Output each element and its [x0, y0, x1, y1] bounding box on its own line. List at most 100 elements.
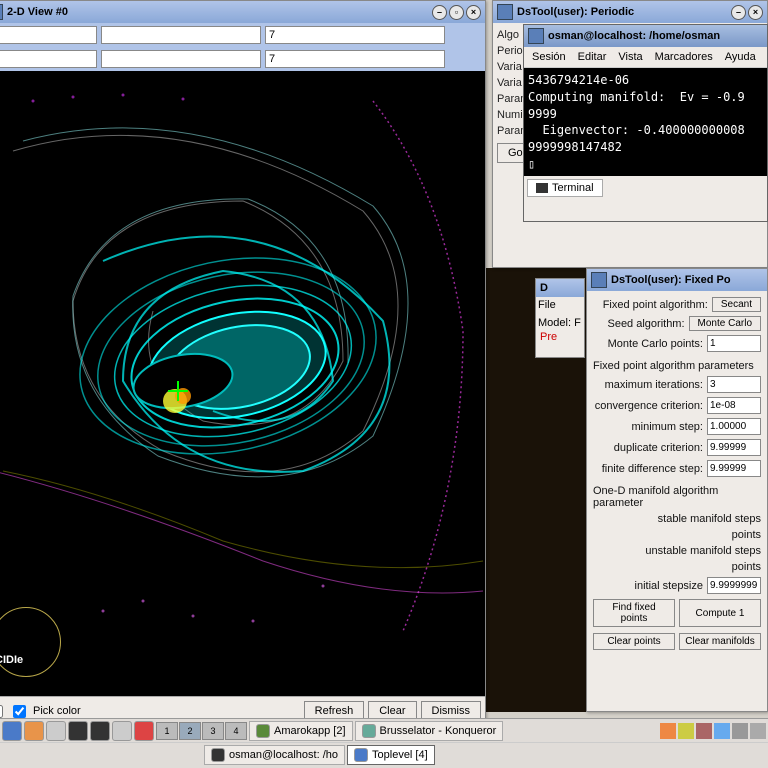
- input-a3[interactable]: [265, 26, 445, 44]
- titlebar-2d-view[interactable]: 2-D View #0 – ▫ ×: [0, 1, 485, 23]
- titlebar-terminal[interactable]: osman@localhost: /home/osman: [524, 25, 767, 47]
- points1-label: points: [593, 529, 761, 541]
- launcher-app2-icon[interactable]: [112, 721, 132, 741]
- close-button[interactable]: ×: [466, 5, 481, 20]
- terminal-output[interactable]: 5436794214e-06 Computing manifold: Ev = …: [524, 68, 767, 176]
- points2-label: points: [593, 561, 761, 573]
- pick-color-label: Pick color: [33, 705, 81, 717]
- fp-algo-button[interactable]: Secant: [712, 297, 761, 312]
- toplevel-icon: [354, 748, 368, 762]
- minimize-button[interactable]: –: [432, 5, 447, 20]
- terminal-tab-icon: [536, 183, 548, 193]
- clear-points-button[interactable]: Clear points: [593, 633, 675, 650]
- task-toplevel[interactable]: Toplevel [4]: [347, 745, 435, 765]
- dup-label: duplicate criterion:: [593, 442, 703, 454]
- lbl-varia2: Varia: [497, 77, 522, 89]
- window-smallpanel: D File Model: F Pre: [535, 278, 585, 358]
- task-amarok-label: Amarokapp [2]: [274, 725, 346, 737]
- task-amarok[interactable]: Amarokapp [2]: [249, 721, 353, 741]
- maximize-button[interactable]: ▫: [449, 5, 464, 20]
- seed-algo-button[interactable]: Monte Carlo: [689, 316, 761, 331]
- window-icon: [591, 272, 607, 288]
- mc-points-input[interactable]: [707, 335, 761, 352]
- dup-input[interactable]: [707, 439, 761, 456]
- link-pre[interactable]: Pre: [538, 329, 582, 345]
- task-osman-label: osman@localhost: /ho: [229, 749, 338, 761]
- launcher-home-icon[interactable]: [24, 721, 44, 741]
- max-iter-input[interactable]: [707, 376, 761, 393]
- tray-icon-6[interactable]: [750, 723, 766, 739]
- titlebar-fixedpt[interactable]: DsTool(user): Fixed Po: [587, 269, 767, 291]
- checkbox-s[interactable]: [0, 705, 3, 718]
- terminal-tab-label: Terminal: [552, 182, 594, 194]
- plot-svg: [0, 71, 485, 696]
- input-b2[interactable]: [101, 50, 261, 68]
- clear-manifolds-button[interactable]: Clear manifolds: [679, 633, 761, 650]
- input-a1[interactable]: [0, 26, 97, 44]
- pager-1[interactable]: 1: [156, 722, 178, 740]
- minimize-button[interactable]: –: [731, 5, 746, 20]
- lbl-varia1: Varia: [497, 61, 522, 73]
- task-toplevel-label: Toplevel [4]: [372, 749, 428, 761]
- launcher-konsole-icon[interactable]: [68, 721, 88, 741]
- terminal-tab[interactable]: Terminal: [527, 179, 603, 197]
- compute-button[interactable]: Compute 1: [679, 599, 761, 627]
- tray-icon-4[interactable]: [714, 723, 730, 739]
- tray-volume-icon[interactable]: [732, 723, 748, 739]
- launcher-term2-icon[interactable]: [90, 721, 110, 741]
- find-fixed-points-button[interactable]: Find fixed points: [593, 599, 675, 627]
- conv-input[interactable]: [707, 397, 761, 414]
- titlebar-periodic[interactable]: DsTool(user): Periodic – ×: [493, 1, 767, 23]
- max-iter-label: maximum iterations:: [593, 379, 703, 391]
- init-step-input[interactable]: [707, 577, 761, 594]
- menubar: Sesión Editar Vista Marcadores Ayuda: [524, 47, 767, 68]
- menu-sesion[interactable]: Sesión: [532, 51, 566, 63]
- init-step-label: initial stepsize: [593, 580, 703, 592]
- launcher-app3-icon[interactable]: [134, 721, 154, 741]
- taskbar: 1 2 3 4 Amarokapp [2] Brusselator - Konq…: [0, 718, 768, 768]
- window-title: osman@localhost: /home/osman: [548, 30, 763, 42]
- window-icon: [0, 4, 3, 20]
- terminal-icon: [528, 28, 544, 44]
- input-b3[interactable]: [265, 50, 445, 68]
- min-step-input[interactable]: [707, 418, 761, 435]
- launcher-app-icon[interactable]: [46, 721, 66, 741]
- task-osman-terminal[interactable]: osman@localhost: /ho: [204, 745, 345, 765]
- menu-marcadores[interactable]: Marcadores: [655, 51, 713, 63]
- konqueror-icon: [362, 724, 376, 738]
- task-brusselator[interactable]: Brusselator - Konqueror: [355, 721, 504, 741]
- smallpanel-title: D: [540, 282, 580, 294]
- fp-algo-label: Fixed point algorithm:: [593, 299, 708, 311]
- pager-4[interactable]: 4: [225, 722, 247, 740]
- mc-points-label: Monte Carlo points:: [593, 338, 703, 350]
- tray-icon-3[interactable]: [696, 723, 712, 739]
- min-step-label: minimum step:: [593, 421, 703, 433]
- launcher-kmenu-icon[interactable]: [2, 721, 22, 741]
- pager-3[interactable]: 3: [202, 722, 224, 740]
- close-button[interactable]: ×: [748, 5, 763, 20]
- tray-icon-1[interactable]: [660, 723, 676, 739]
- window-title: 2-D View #0: [7, 6, 430, 18]
- menu-vista[interactable]: Vista: [618, 51, 642, 63]
- top-inputs-row-2: [0, 47, 485, 71]
- checkbox-pick-color[interactable]: [13, 705, 26, 718]
- tray-icon-2[interactable]: [678, 723, 694, 739]
- pager: 1 2 3 4: [156, 722, 247, 740]
- window-fixed-points: DsTool(user): Fixed Po Fixed point algor…: [586, 268, 768, 712]
- titlebar-smallpanel[interactable]: D: [536, 279, 584, 297]
- lbl-num: Numi: [497, 109, 523, 121]
- input-b1[interactable]: [0, 50, 97, 68]
- window-2d-view: 2-D View #0 – ▫ ×: [0, 0, 486, 720]
- lbl-perio: Perio: [497, 45, 523, 57]
- menu-ayuda[interactable]: Ayuda: [725, 51, 756, 63]
- input-a2[interactable]: [101, 26, 261, 44]
- fd-input[interactable]: [707, 460, 761, 477]
- stable-label: stable manifold steps: [593, 513, 761, 525]
- plot-canvas[interactable]: CIDIe: [0, 71, 485, 696]
- window-icon: [497, 4, 513, 20]
- menu-editar[interactable]: Editar: [578, 51, 607, 63]
- menu-file[interactable]: File: [538, 299, 582, 311]
- task-brussel-label: Brusselator - Konqueror: [380, 725, 497, 737]
- fd-label: finite difference step:: [593, 463, 703, 475]
- pager-2[interactable]: 2: [179, 722, 201, 740]
